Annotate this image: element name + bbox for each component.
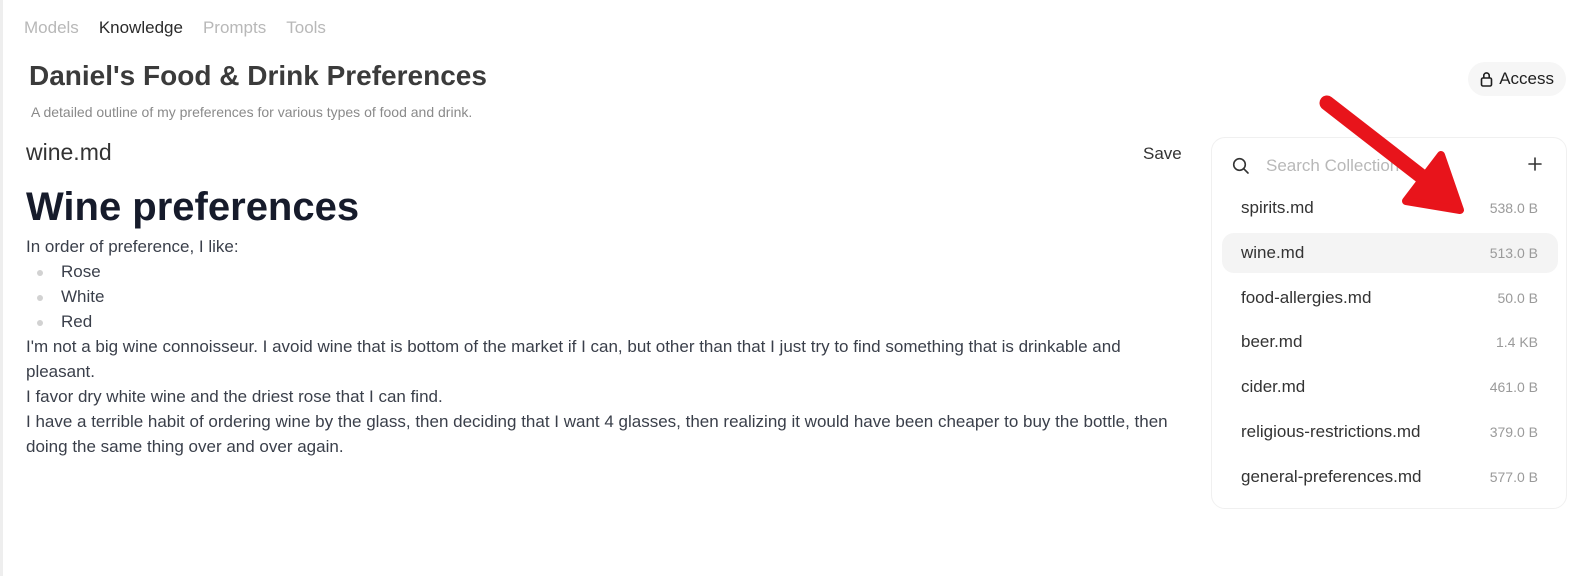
file-list: spirits.md 538.0 B wine.md 513.0 B food-…	[1222, 188, 1558, 502]
file-name: food-allergies.md	[1241, 287, 1372, 307]
tab-knowledge[interactable]: Knowledge	[99, 18, 183, 38]
lock-icon	[1480, 71, 1493, 87]
file-size: 379.0 B	[1489, 423, 1538, 440]
add-content-button[interactable]	[1523, 149, 1547, 179]
file-item-beer[interactable]: beer.md 1.4 KB	[1222, 322, 1558, 362]
document-name: wine.md	[26, 139, 112, 165]
document-editor[interactable]: Wine preferences In order of preference,…	[26, 182, 1186, 459]
file-item-food-allergies[interactable]: food-allergies.md 50.0 B	[1222, 278, 1558, 318]
file-name: spirits.md	[1241, 198, 1314, 217]
file-name: general-preferences.md	[1241, 466, 1422, 486]
save-button[interactable]: Save	[1143, 144, 1182, 164]
tab-prompts[interactable]: Prompts	[203, 18, 266, 38]
list-item: Rose	[26, 259, 1186, 284]
file-size: 50.0 B	[1497, 289, 1538, 306]
search-icon	[1232, 157, 1250, 180]
document-paragraph: I favor dry white wine and the driest ro…	[26, 387, 443, 406]
list-item: White	[26, 284, 1186, 309]
file-name: beer.md	[1241, 332, 1303, 352]
document-intro: In order of preference, I like:	[26, 237, 239, 256]
search-row	[1212, 146, 1566, 186]
file-size: 461.0 B	[1489, 379, 1538, 396]
document-paragraph: I'm not a big wine connoisseur. I avoid …	[26, 337, 1121, 381]
file-name: religious-restrictions.md	[1241, 421, 1421, 441]
collection-panel: spirits.md 538.0 B wine.md 513.0 B food-…	[1211, 137, 1567, 509]
top-nav: Models Knowledge Prompts Tools	[24, 18, 326, 38]
file-item-wine[interactable]: wine.md 513.0 B	[1222, 232, 1558, 273]
knowledge-title[interactable]: Daniel's Food & Drink Preferences	[29, 60, 487, 92]
file-name: wine.md	[1241, 242, 1305, 262]
left-edge-border	[0, 0, 3, 576]
document-paragraph: I have a terrible habit of ordering wine…	[26, 412, 1168, 456]
file-name: cider.md	[1241, 377, 1306, 397]
plus-icon	[1528, 157, 1542, 171]
knowledge-description[interactable]: A detailed outline of my preferences for…	[31, 104, 472, 120]
file-size: 538.0 B	[1489, 200, 1538, 216]
tab-models[interactable]: Models	[24, 18, 79, 38]
file-item-religious-restrictions[interactable]: religious-restrictions.md 379.0 B	[1222, 412, 1558, 452]
access-button[interactable]: Access	[1468, 62, 1566, 96]
file-size: 513.0 B	[1489, 244, 1538, 261]
file-item-general-preferences[interactable]: general-preferences.md 577.0 B	[1222, 457, 1558, 497]
file-size: 1.4 KB	[1495, 334, 1538, 351]
preference-list: Rose White Red	[26, 259, 1186, 334]
file-item-cider[interactable]: cider.md 461.0 B	[1222, 367, 1558, 407]
search-collection-input[interactable]	[1266, 152, 1426, 180]
file-item-spirits[interactable]: spirits.md 538.0 B	[1222, 188, 1558, 228]
document-heading: Wine preferences	[26, 185, 360, 229]
tab-tools[interactable]: Tools	[286, 18, 326, 38]
list-item: Red	[26, 309, 1186, 334]
access-label: Access	[1499, 69, 1554, 88]
file-size: 577.0 B	[1489, 468, 1538, 485]
